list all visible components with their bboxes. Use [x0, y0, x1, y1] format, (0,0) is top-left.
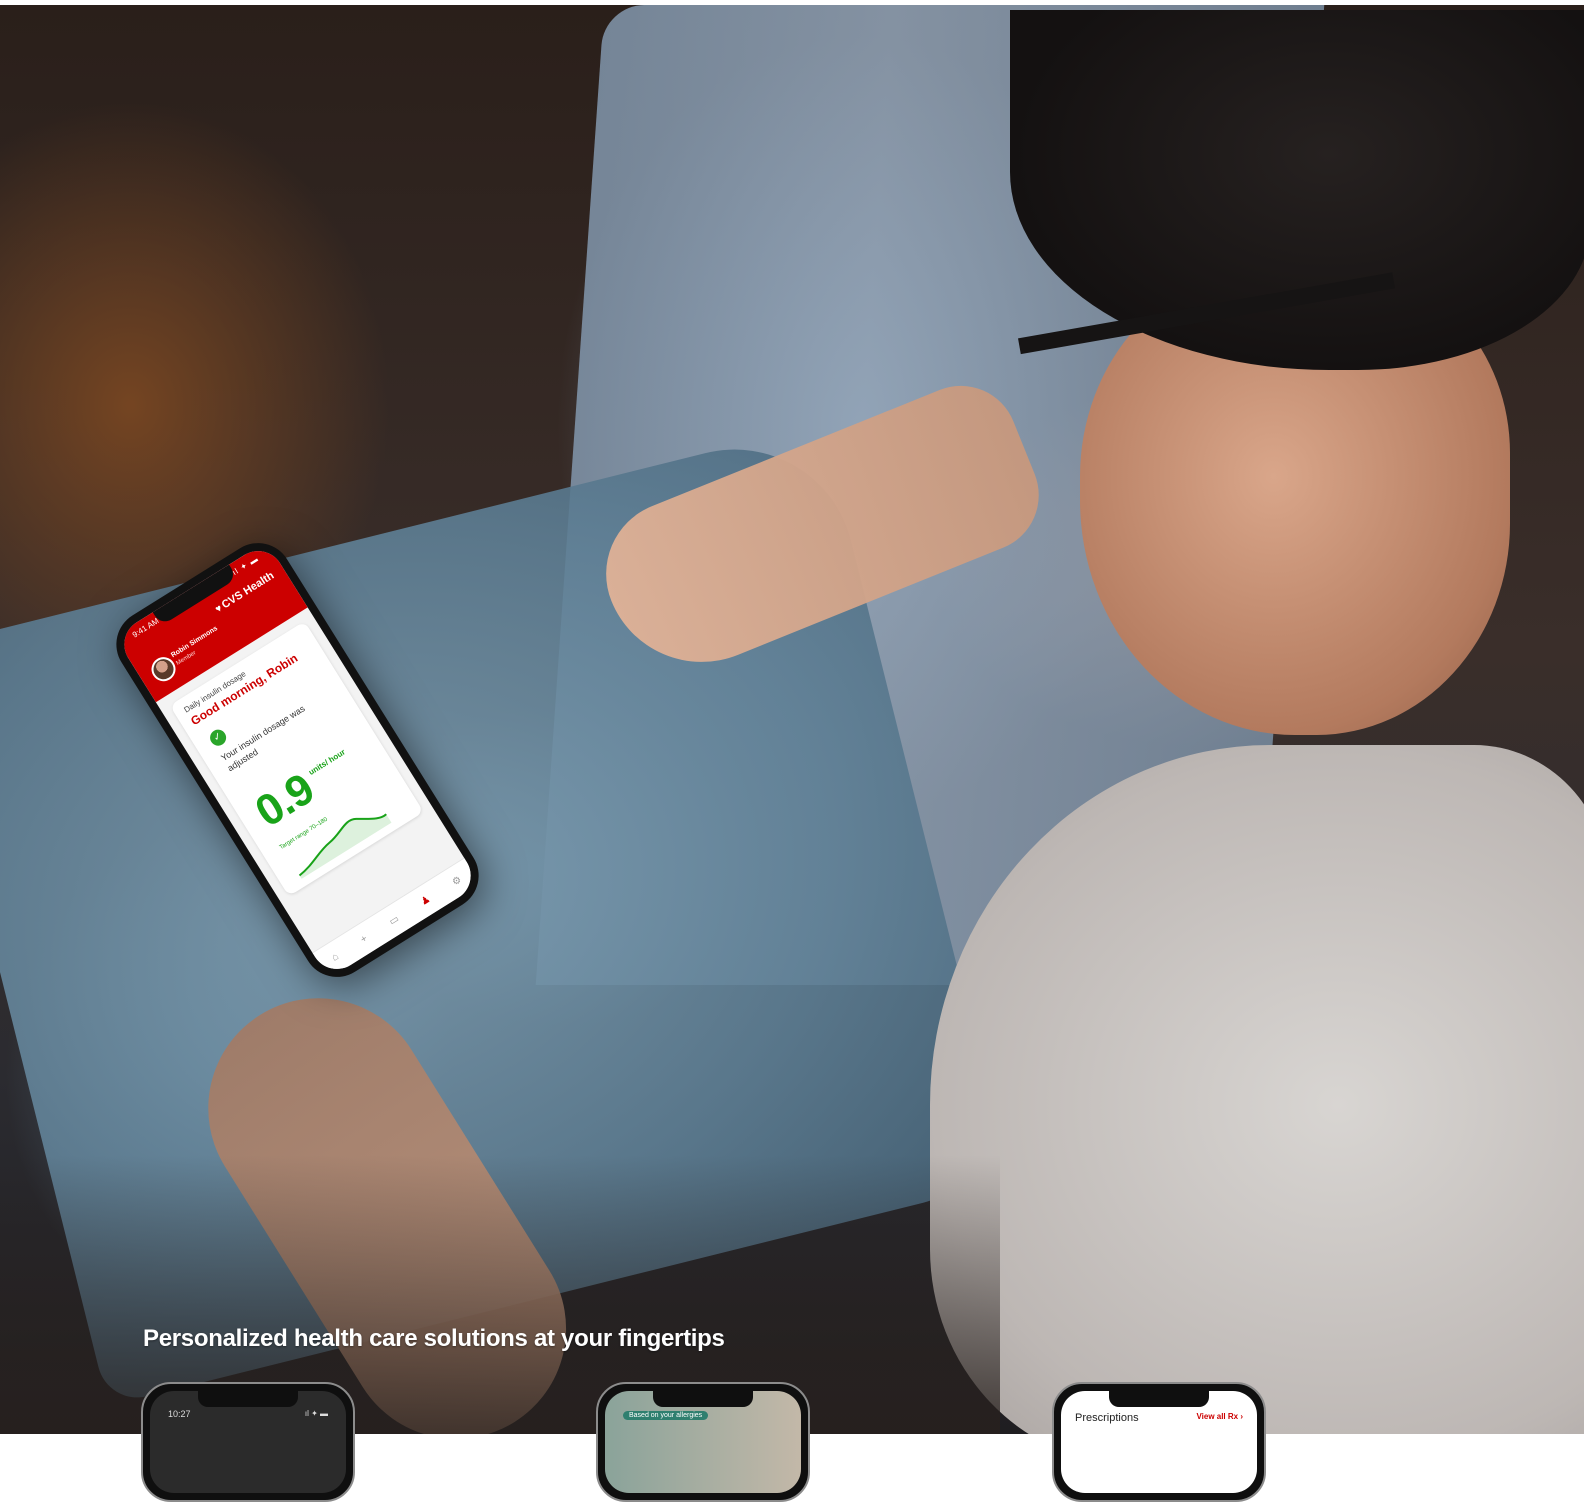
phone-notch — [653, 1391, 753, 1407]
preview-screen-1: 10:27 ıl ✦ ▬ — [150, 1391, 346, 1493]
prescriptions-title: Prescriptions — [1075, 1412, 1139, 1424]
phone-notch — [1109, 1391, 1209, 1407]
preview-screen-2: Based on your allergies — [605, 1391, 801, 1493]
preview-phone-2[interactable]: Based on your allergies — [596, 1382, 810, 1502]
status-time: 9:41 AM — [130, 616, 161, 640]
status-time: 10:27 — [168, 1409, 191, 1419]
hero-photo: 9:41 AM •ıl ✦ ▬ ♥CVS Health Robin Simmon… — [0, 5, 1584, 1434]
person-icon[interactable]: ♟ — [419, 893, 432, 907]
settings-icon[interactable]: ⚙ — [450, 874, 463, 888]
dose-unit: units/ hour — [307, 747, 347, 778]
status-icons: ıl ✦ ▬ — [304, 1409, 328, 1418]
allergy-badge: Based on your allergies — [623, 1411, 709, 1420]
preview-screen-3: Prescriptions View all Rx › — [1061, 1391, 1257, 1493]
plus-icon[interactable]: + — [358, 933, 369, 945]
home-icon[interactable]: ⌂ — [330, 951, 341, 964]
phone-notch — [198, 1391, 298, 1407]
calendar-icon[interactable]: ▭ — [387, 913, 401, 927]
preview-phone-3[interactable]: Prescriptions View all Rx › — [1052, 1382, 1266, 1502]
preview-phone-1[interactable]: 10:27 ıl ✦ ▬ — [141, 1382, 355, 1502]
check-icon: ✓ — [207, 726, 230, 749]
hero-tagline: Personalized health care solutions at yo… — [143, 1325, 725, 1352]
view-all-rx-link[interactable]: View all Rx › — [1196, 1412, 1243, 1421]
